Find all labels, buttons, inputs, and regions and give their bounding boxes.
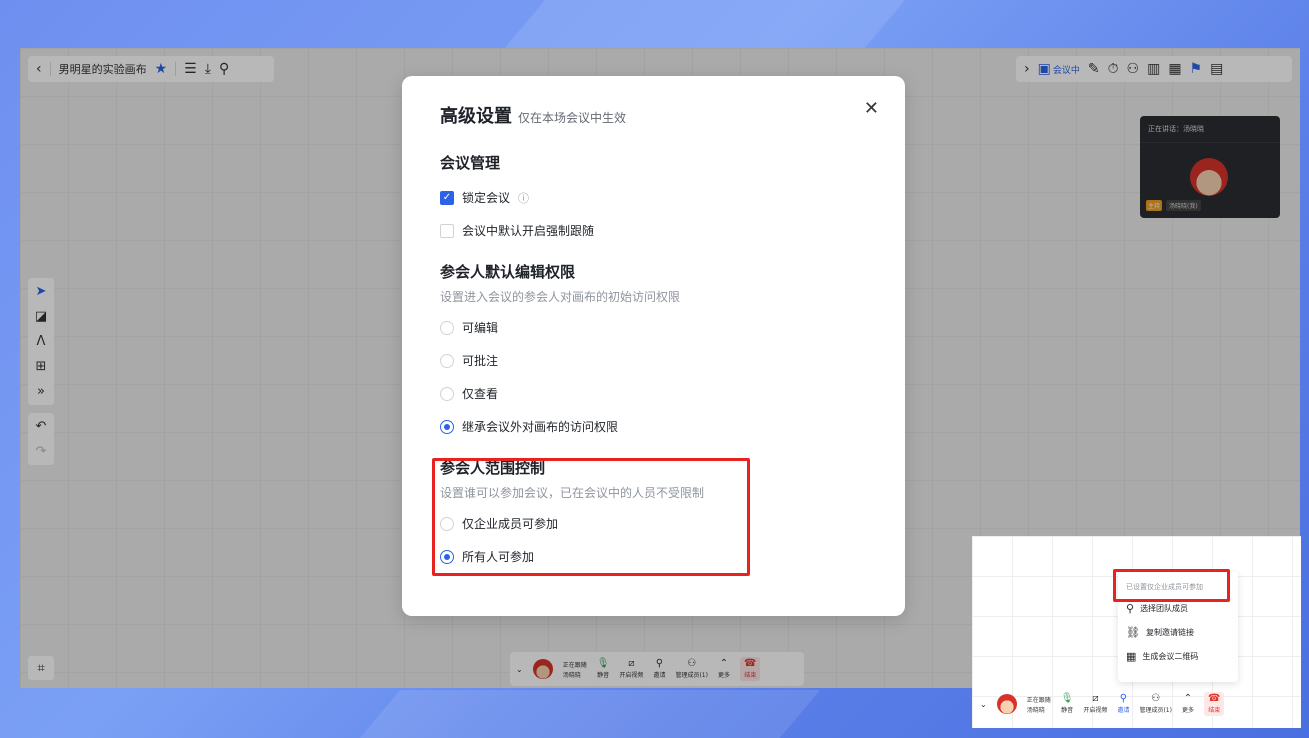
- manage-label: 管理成员(1): [1139, 707, 1172, 714]
- members-icon: ⚇: [1151, 693, 1161, 704]
- qr-code-icon: ▦: [1126, 649, 1137, 663]
- camera-off-icon: ⧄: [1092, 693, 1099, 704]
- invite-label: 邀请: [1117, 707, 1130, 714]
- permission-inherit-label: 继承会议外对画布的访问权限: [462, 420, 619, 434]
- background-stripe: [359, 690, 821, 738]
- permission-option-inherit[interactable]: 继承会议外对画布的访问权限: [440, 410, 867, 443]
- permission-option-comment[interactable]: 可批注: [440, 344, 867, 377]
- force-follow-option[interactable]: 会议中默认开启强制跟随: [440, 214, 867, 247]
- add-person-icon: ⚲: [1126, 601, 1135, 615]
- close-icon[interactable]: ✕: [864, 98, 879, 119]
- more-label: 更多: [1181, 707, 1194, 714]
- section-title-edit-permission: 参会人默认编辑权限: [440, 263, 576, 281]
- permission-comment-label: 可批注: [462, 354, 499, 368]
- advanced-settings-dialog: 高级设置 仅在本场会议中生效 ✕ 会议管理 ✓ 锁定会议 ⓘ 会议中默认开启强制…: [402, 76, 905, 616]
- force-follow-label: 会议中默认开启强制跟随: [462, 224, 595, 238]
- section-desc-edit-permission: 设置进入会议的参会人对画布的初始访问权限: [440, 290, 681, 304]
- menu-item-qr-code[interactable]: ▦ 生成会议二维码: [1118, 644, 1238, 668]
- video-button[interactable]: ⧄ 开启视频: [1083, 693, 1108, 715]
- highlight-box: [432, 458, 750, 576]
- follow-status[interactable]: 正在跟随 汤晓晓: [1027, 695, 1051, 714]
- follow-status-label: 正在跟随: [1026, 696, 1051, 704]
- end-meeting-button[interactable]: ☎ 结束: [1203, 692, 1225, 716]
- lock-meeting-checkbox[interactable]: ✓: [440, 190, 454, 205]
- avatar: [996, 694, 1017, 714]
- radio-edit[interactable]: [440, 320, 454, 335]
- lock-meeting-option[interactable]: ✓ 锁定会议 ⓘ: [440, 181, 867, 214]
- manage-members-button[interactable]: ⚇ 管理成员(1): [1139, 693, 1172, 715]
- meeting-management-options: ✓ 锁定会议 ⓘ 会议中默认开启强制跟随: [440, 181, 867, 247]
- menu-item-label: 复制邀请链接: [1145, 627, 1194, 637]
- hang-up-icon: ☎: [1207, 693, 1221, 704]
- dialog-header: 高级设置 仅在本场会议中生效: [440, 102, 867, 128]
- menu-item-label: 选择团队成员: [1140, 603, 1189, 613]
- microphone-icon: 🎙: [1060, 693, 1074, 704]
- permission-edit-label: 可编辑: [462, 321, 499, 335]
- section-title-meeting-management: 会议管理: [440, 154, 501, 172]
- permission-option-view[interactable]: 仅查看: [440, 377, 867, 410]
- radio-comment[interactable]: [440, 353, 454, 368]
- inset-bottom-bar: ⌄ 正在跟随 汤晓晓 🎙 静音 ⧄ 开启视频 ⚲ 邀请 ⚇ 管理成员(1) ⌃ …: [980, 686, 1293, 722]
- add-person-icon: ⚲: [1119, 693, 1128, 704]
- menu-item-copy-link[interactable]: ⛓ 复制邀请链接: [1118, 620, 1238, 644]
- lock-meeting-label: 锁定会议: [462, 191, 511, 205]
- edit-permission-options: 可编辑 可批注 仅查看 继承会议外对画布的访问权限: [440, 311, 867, 443]
- radio-view[interactable]: [440, 386, 454, 401]
- video-label: 开启视频: [1083, 707, 1108, 714]
- highlight-box: [1113, 569, 1230, 602]
- link-icon: ⛓: [1126, 625, 1140, 639]
- permission-option-edit[interactable]: 可编辑: [440, 311, 867, 344]
- menu-item-label: 生成会议二维码: [1142, 651, 1199, 661]
- radio-inherit[interactable]: [440, 419, 454, 434]
- mute-button[interactable]: 🎙 静音: [1060, 693, 1074, 715]
- follow-name: 汤晓晓: [1026, 706, 1045, 714]
- permission-view-label: 仅查看: [462, 387, 499, 401]
- end-label: 结束: [1208, 707, 1221, 714]
- chevron-up-icon: ⌃: [1183, 693, 1193, 704]
- invite-button[interactable]: ⚲ 邀请: [1117, 693, 1130, 715]
- invite-menu-inset: 已设置仅企业成员可参加 ⚲ 选择团队成员 ⛓ 复制邀请链接 ▦ 生成会议二维码 …: [972, 536, 1301, 728]
- dialog-title: 高级设置: [440, 106, 512, 127]
- dialog-subtitle: 仅在本场会议中生效: [518, 111, 627, 125]
- mute-label: 静音: [1061, 707, 1074, 714]
- info-icon[interactable]: ⓘ: [518, 190, 529, 206]
- force-follow-checkbox[interactable]: [440, 223, 454, 238]
- more-button[interactable]: ⌃ 更多: [1181, 693, 1194, 715]
- chevron-down-icon[interactable]: ⌄: [980, 700, 987, 709]
